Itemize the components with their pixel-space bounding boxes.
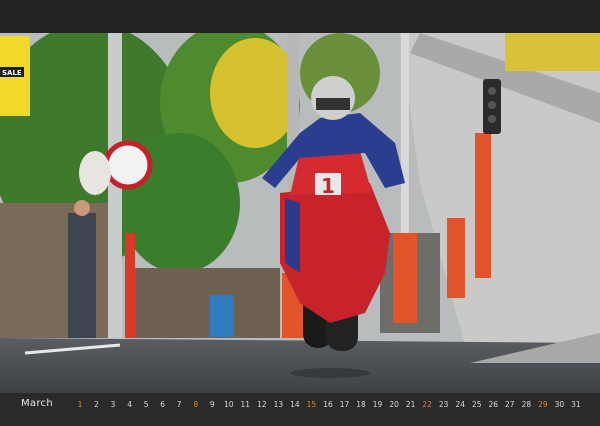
day: 6	[160, 400, 166, 409]
day: 17	[339, 400, 350, 409]
yellow-banner	[505, 33, 600, 71]
day-sunday: 15	[306, 400, 317, 409]
day: 13	[273, 400, 284, 409]
day: 30	[554, 400, 565, 409]
day: 18	[356, 400, 366, 409]
calendar-bar: March 1 2 3 4 5 6 7 8 9 10 11 12 13 14 15 16 17 18 19 20 21 2…	[0, 393, 600, 426]
day: 5	[143, 400, 149, 409]
day: 24	[455, 400, 465, 409]
day: 14	[290, 400, 300, 409]
day: 4	[127, 400, 132, 409]
day: 28	[521, 400, 532, 409]
day: 12	[257, 400, 267, 409]
day: 19	[372, 400, 383, 409]
day: 3	[110, 400, 116, 409]
day-sunday: 1	[77, 400, 83, 409]
day: 7	[176, 400, 182, 409]
day-sunday: 29	[538, 400, 548, 409]
day: 26	[488, 400, 499, 409]
day: 2	[94, 400, 99, 409]
month-label: March	[21, 398, 53, 409]
race-number: 1	[321, 174, 335, 198]
day: 11	[240, 400, 251, 409]
day-list: 1 2 3 4 5 6 7 8 9 10 11 12 13 14 15 16 17 18 19 20 21 22 23 24 2…	[72, 400, 584, 409]
day: 25	[471, 400, 482, 409]
day: 21	[405, 400, 416, 409]
day: 31	[571, 400, 581, 409]
day: 23	[438, 400, 449, 409]
top-bar	[0, 0, 600, 33]
photo-illustration: SALE 1	[0, 33, 600, 393]
day-sunday: 8	[193, 400, 199, 409]
day: 16	[323, 400, 333, 409]
day: 9	[209, 400, 215, 409]
day: 10	[224, 400, 234, 409]
motorcycle-photo: SALE 1	[0, 33, 600, 393]
day: 27	[505, 400, 515, 409]
day-sunday: 22	[422, 400, 432, 409]
sign-text: SALE	[2, 69, 22, 77]
day: 20	[389, 400, 399, 409]
